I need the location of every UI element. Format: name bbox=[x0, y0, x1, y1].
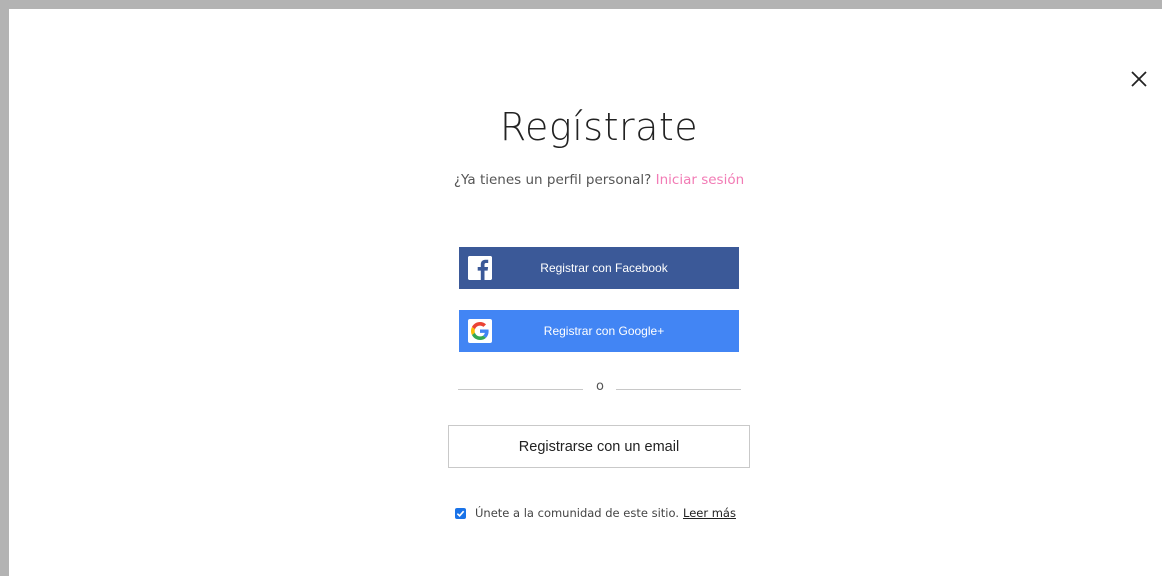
google-signup-button[interactable]: Registrar con Google+ bbox=[459, 310, 739, 352]
close-x-glyph bbox=[1131, 71, 1147, 87]
read-more-link[interactable]: Leer más bbox=[683, 506, 736, 520]
divider-line-left bbox=[458, 389, 583, 390]
dialog-title: Regístrate bbox=[499, 105, 699, 149]
google-icon bbox=[468, 319, 492, 343]
facebook-icon bbox=[468, 256, 492, 280]
login-prompt-text: ¿Ya tienes un perfil personal? bbox=[453, 172, 652, 188]
community-optin: Únete a la comunidad de este sitio. Leer… bbox=[455, 506, 736, 520]
checkmark-icon bbox=[456, 510, 465, 517]
email-signup-button[interactable]: Registrarse con un email bbox=[448, 425, 750, 468]
community-text: Únete a la comunidad de este sitio. bbox=[475, 506, 679, 520]
divider-line-right bbox=[616, 389, 741, 390]
login-prompt: ¿Ya tienes un perfil personal? Iniciar s… bbox=[9, 172, 1162, 188]
login-link[interactable]: Iniciar sesión bbox=[656, 172, 745, 188]
facebook-signup-button[interactable]: Registrar con Facebook bbox=[459, 247, 739, 289]
google-signup-label: Registrar con Google+ bbox=[543, 324, 665, 338]
signup-dialog: Regístrate ¿Ya tienes un perfil personal… bbox=[0, 0, 1162, 576]
divider-or: o bbox=[596, 379, 604, 394]
facebook-signup-label: Registrar con Facebook bbox=[540, 261, 668, 275]
close-icon[interactable] bbox=[1127, 67, 1151, 91]
community-checkbox[interactable] bbox=[455, 507, 466, 519]
email-signup-label: Registrarse con un email bbox=[518, 438, 680, 455]
